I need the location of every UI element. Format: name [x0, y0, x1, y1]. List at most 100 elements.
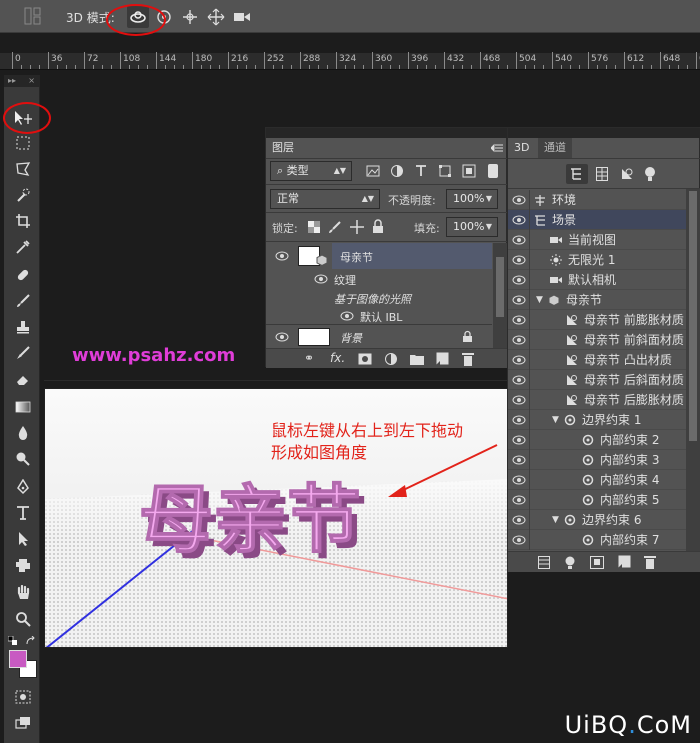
lock-transparent-icon[interactable]	[308, 221, 320, 233]
screen-mode-button[interactable]	[12, 713, 34, 733]
layer-row-3d[interactable]: 母亲节	[266, 243, 508, 269]
visibility-eye-icon[interactable]	[275, 332, 289, 342]
orbit-3d-camera-button[interactable]	[127, 6, 149, 28]
scene-tree-row[interactable]: 环境	[508, 190, 700, 210]
scene-tree-row[interactable]: 内部约束 4	[508, 470, 700, 490]
type-tool[interactable]	[12, 503, 34, 523]
visibility-eye-icon[interactable]	[512, 535, 526, 545]
tool-preset-icon[interactable]	[24, 7, 42, 25]
eye-column[interactable]	[508, 530, 530, 550]
filter-type-icon[interactable]	[414, 164, 428, 178]
gradient-tool[interactable]	[12, 397, 34, 417]
sublayer-default-ibl[interactable]: 默认 IBL	[266, 306, 508, 326]
eye-column[interactable]	[508, 510, 530, 530]
3d-text-object[interactable]: 母亲节 母亲节	[138, 476, 367, 569]
tab-layers[interactable]: 图层	[266, 138, 300, 158]
default-colors-icon[interactable]	[7, 635, 18, 645]
visibility-eye-icon[interactable]	[275, 251, 289, 261]
add-object-icon[interactable]	[590, 556, 604, 569]
visibility-eye-icon[interactable]	[512, 515, 526, 525]
new-group-icon[interactable]	[410, 353, 424, 365]
visibility-eye-icon[interactable]	[512, 415, 526, 425]
marquee-tool[interactable]	[12, 133, 34, 153]
new-constraint-icon[interactable]	[618, 555, 631, 568]
scene-tree-row[interactable]: 当前视图	[508, 230, 700, 250]
layers-scrollbar[interactable]	[493, 243, 507, 348]
scene-tree-row[interactable]: 场景	[508, 210, 700, 230]
add-light-icon[interactable]	[564, 556, 576, 570]
shape-tool[interactable]	[12, 555, 34, 575]
roll-3d-camera-button[interactable]	[153, 6, 175, 28]
tab-3d[interactable]: 3D	[508, 138, 536, 158]
delete-layer-icon[interactable]	[462, 352, 474, 366]
visibility-eye-icon[interactable]	[512, 195, 526, 205]
visibility-eye-icon[interactable]	[512, 255, 526, 265]
filter-whole-scene-button[interactable]	[566, 164, 588, 184]
opacity-input[interactable]: 100% ▼	[446, 189, 498, 209]
document-canvas[interactable]: 母亲节 母亲节 鼠标左键从右上到左下拖动 形成如图角度	[44, 388, 508, 648]
eye-column[interactable]	[508, 210, 530, 230]
scene-tree-row[interactable]: 内部约束 5	[508, 490, 700, 510]
scene-tree-row[interactable]: ▼ 边界约束 1	[508, 410, 700, 430]
visibility-eye-icon[interactable]	[512, 215, 526, 225]
scene-tree-row[interactable]: 内部约束 3	[508, 450, 700, 470]
sublayer-texture[interactable]: 纹理	[266, 269, 508, 289]
scene-tree-row[interactable]: 母亲节 后膨胀材质	[508, 390, 700, 410]
eye-column[interactable]	[508, 190, 530, 210]
eye-column[interactable]	[508, 330, 530, 350]
scene-tree-row[interactable]: 内部约束 7	[508, 530, 700, 550]
scene-tree-row[interactable]: ▼ 母亲节	[508, 290, 700, 310]
visibility-eye-icon[interactable]	[512, 275, 526, 285]
lock-all-icon[interactable]	[372, 219, 384, 234]
eye-column[interactable]	[508, 390, 530, 410]
dodge-tool[interactable]	[12, 449, 34, 469]
clone-stamp-tool[interactable]	[12, 317, 34, 337]
eye-column[interactable]	[508, 290, 530, 310]
filter-lights-icon[interactable]	[644, 166, 656, 182]
3d-scrollbar[interactable]	[686, 189, 700, 551]
blur-tool[interactable]	[12, 423, 34, 443]
pan-3d-camera-button[interactable]	[179, 6, 201, 28]
lasso-tool[interactable]	[12, 159, 34, 179]
zoom-tool[interactable]	[12, 609, 34, 629]
visibility-eye-icon[interactable]	[512, 335, 526, 345]
visibility-eye-icon[interactable]	[340, 311, 354, 321]
filter-meshes-icon[interactable]	[596, 167, 608, 181]
filter-adjustment-icon[interactable]	[390, 164, 404, 178]
visibility-eye-icon[interactable]	[512, 295, 526, 305]
fx-icon[interactable]: fx.	[330, 351, 345, 365]
visibility-eye-icon[interactable]	[512, 495, 526, 505]
add-mask-icon[interactable]	[358, 353, 372, 365]
filter-kind-select[interactable]: ⌕ 类型 ▲▼	[270, 161, 352, 181]
visibility-eye-icon[interactable]	[512, 435, 526, 445]
filter-toggle[interactable]	[488, 164, 498, 178]
eye-column[interactable]	[508, 310, 530, 330]
lock-pixels-icon[interactable]	[328, 220, 342, 234]
expand-triangle-icon[interactable]: ▼	[552, 410, 559, 430]
slide-3d-camera-button[interactable]	[205, 6, 227, 28]
scene-tree-row[interactable]: 母亲节 后斜面材质	[508, 370, 700, 390]
eraser-tool[interactable]	[12, 369, 34, 389]
brush-tool[interactable]	[12, 291, 34, 311]
scene-tree-row[interactable]: ▼ 边界约束 6	[508, 510, 700, 530]
new-layer-icon[interactable]	[436, 352, 449, 365]
zoom-3d-camera-button[interactable]	[231, 6, 253, 28]
history-brush-tool[interactable]	[12, 343, 34, 363]
visibility-eye-icon[interactable]	[512, 395, 526, 405]
foreground-color-swatch[interactable]	[9, 650, 27, 668]
swap-colors-icon[interactable]	[26, 635, 36, 645]
blend-mode-select[interactable]: 正常 ▲▼	[270, 189, 380, 209]
crop-tool[interactable]	[12, 211, 34, 231]
panel-menu-icon[interactable]	[490, 142, 503, 153]
eye-column[interactable]	[508, 370, 530, 390]
layer-row-background[interactable]: 背景	[266, 326, 508, 348]
render-icon[interactable]	[538, 556, 550, 569]
visibility-eye-icon[interactable]	[512, 375, 526, 385]
visibility-eye-icon[interactable]	[512, 355, 526, 365]
scene-tree-row[interactable]: 内部约束 2	[508, 430, 700, 450]
eye-column[interactable]	[508, 350, 530, 370]
scene-tree-row[interactable]: 母亲节 前斜面材质	[508, 330, 700, 350]
eye-column[interactable]	[508, 270, 530, 290]
move-tool[interactable]	[12, 108, 34, 128]
filter-smart-object-icon[interactable]	[462, 164, 476, 178]
